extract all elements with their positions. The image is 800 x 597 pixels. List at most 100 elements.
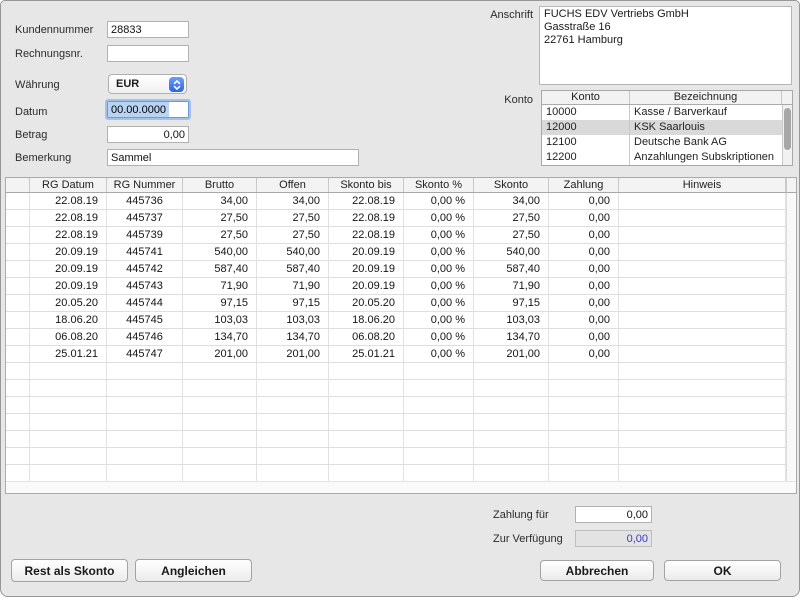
cell-skonto: 0,00 % <box>404 278 474 294</box>
konto-rows: 10000Kasse / Barverkauf12000KSK Saarloui… <box>542 105 792 165</box>
betrag-input[interactable] <box>107 126 189 143</box>
cell-hinweis <box>619 414 786 430</box>
column-header-rg-nummer[interactable]: RG Nummer <box>107 178 183 192</box>
cell-brutto <box>183 380 257 396</box>
invoice-row[interactable]: 22.08.1944573727,5027,5022.08.190,00 %27… <box>6 210 786 227</box>
rechnungsnr-input[interactable] <box>107 45 189 62</box>
cell-offen <box>257 397 329 413</box>
invoice-row[interactable]: 20.05.2044574497,1597,1520.05.200,00 %97… <box>6 295 786 312</box>
cell-rg-datum: 18.06.20 <box>30 312 107 328</box>
angleichen-button[interactable]: Angleichen <box>135 559 252 582</box>
konto-row[interactable]: 12200Anzahlungen Subskriptionen <box>542 150 792 165</box>
zahlung-fuer-label: Zahlung für <box>493 509 549 521</box>
column-header-skonto[interactable]: Skonto % <box>404 178 474 192</box>
cell-offen: 201,00 <box>257 346 329 362</box>
cell-zahlung <box>549 380 619 396</box>
cell-hinweis <box>619 227 786 243</box>
cell-rg-datum <box>30 448 107 464</box>
cell-skonto: 71,90 <box>474 278 549 294</box>
cell-rg-nummer <box>107 363 183 379</box>
rest-als-skonto-button[interactable]: Rest als Skonto <box>11 559 128 582</box>
konto-row[interactable]: 12000KSK Saarlouis <box>542 120 792 135</box>
row-select-cell <box>6 227 30 243</box>
cell-hinweis <box>619 380 786 396</box>
cell-brutto: 71,90 <box>183 278 257 294</box>
row-select-cell <box>6 193 30 209</box>
column-header-rg-datum[interactable]: RG Datum <box>30 178 107 192</box>
invoice-empty-row[interactable] <box>6 448 786 465</box>
cell-skonto: 134,70 <box>474 329 549 345</box>
row-select-cell <box>6 397 30 413</box>
waehrung-label: Währung <box>15 79 60 91</box>
cell-rg-nummer: 445741 <box>107 244 183 260</box>
invoice-row[interactable]: 22.08.1944573634,0034,0022.08.190,00 %34… <box>6 193 786 210</box>
waehrung-selected-value: EUR <box>116 78 139 90</box>
invoice-vertical-scrollbar[interactable] <box>786 193 796 482</box>
ok-button[interactable]: OK <box>664 560 781 581</box>
konto-row[interactable]: 12100Deutsche Bank AG <box>542 135 792 150</box>
cell-zahlung: 0,00 <box>549 261 619 277</box>
cell-brutto: 201,00 <box>183 346 257 362</box>
bemerkung-input[interactable] <box>107 149 359 166</box>
invoice-empty-row[interactable] <box>6 431 786 448</box>
konto-scrollbar-thumb[interactable] <box>784 108 791 150</box>
column-header-zahlung[interactable]: Zahlung <box>549 178 619 192</box>
invoice-row[interactable]: 06.08.20445746134,70134,7006.08.200,00 %… <box>6 329 786 346</box>
invoice-row[interactable]: 20.09.19445742587,40587,4020.09.190,00 %… <box>6 261 786 278</box>
konto-vertical-scrollbar[interactable] <box>782 105 792 165</box>
invoice-row[interactable]: 20.09.1944574371,9071,9020.09.190,00 %71… <box>6 278 786 295</box>
cell-skonto <box>404 380 474 396</box>
cell-skonto-bis: 20.09.19 <box>329 278 404 294</box>
column-header-hinweis[interactable]: Hinweis <box>619 178 786 192</box>
cell-offen: 27,50 <box>257 227 329 243</box>
waehrung-select[interactable]: EUR <box>108 74 187 94</box>
cell-rg-nummer <box>107 397 183 413</box>
invoice-empty-row[interactable] <box>6 380 786 397</box>
cell-skonto-bis <box>329 380 404 396</box>
column-header-offen[interactable]: Offen <box>257 178 329 192</box>
cell-skonto-bis <box>329 414 404 430</box>
cell-skonto: 540,00 <box>474 244 549 260</box>
cell-offen <box>257 431 329 447</box>
invoice-row[interactable]: 22.08.1944573927,5027,5022.08.190,00 %27… <box>6 227 786 244</box>
cell-skonto <box>474 380 549 396</box>
invoice-empty-row[interactable] <box>6 397 786 414</box>
cell-skonto-bis <box>329 431 404 447</box>
column-header-skonto[interactable]: Skonto <box>474 178 549 192</box>
cell-skonto-bis: 18.06.20 <box>329 312 404 328</box>
konto-column-header-bezeichnung[interactable]: Bezeichnung <box>630 91 782 104</box>
konto-row[interactable]: 10000Kasse / Barverkauf <box>542 105 792 120</box>
invoice-empty-row[interactable] <box>6 363 786 380</box>
invoice-row[interactable]: 20.09.19445741540,00540,0020.09.190,00 %… <box>6 244 786 261</box>
cell-zahlung <box>549 448 619 464</box>
cell-offen: 103,03 <box>257 312 329 328</box>
abbrechen-button[interactable]: Abbrechen <box>540 560 654 581</box>
row-select-cell <box>6 380 30 396</box>
invoice-empty-row[interactable] <box>6 465 786 482</box>
cell-brutto <box>183 397 257 413</box>
cell-brutto: 540,00 <box>183 244 257 260</box>
kundennummer-input[interactable] <box>107 21 189 38</box>
cell-hinweis <box>619 210 786 226</box>
column-header-brutto[interactable]: Brutto <box>183 178 257 192</box>
cell-skonto: 97,15 <box>474 295 549 311</box>
cell-skonto: 0,00 % <box>404 295 474 311</box>
anschrift-textbox[interactable]: FUCHS EDV Vertriebs GmbH Gasstraße 16 22… <box>539 6 792 85</box>
invoice-empty-row[interactable] <box>6 414 786 431</box>
cell-brutto: 27,50 <box>183 227 257 243</box>
cell-rg-nummer: 445739 <box>107 227 183 243</box>
datum-selected-text: 00.00.0000 <box>108 102 169 117</box>
konto-number-cell: 12000 <box>542 120 630 135</box>
column-header-skonto-bis[interactable]: Skonto bis <box>329 178 404 192</box>
datum-input[interactable]: 00.00.0000 <box>105 99 191 120</box>
cell-rg-nummer: 445737 <box>107 210 183 226</box>
cell-rg-datum: 22.08.19 <box>30 210 107 226</box>
konto-column-header-konto[interactable]: Konto <box>542 91 630 104</box>
cell-zahlung <box>549 465 619 481</box>
cell-skonto: 0,00 % <box>404 312 474 328</box>
invoice-horizontal-scrollbar[interactable] <box>6 481 796 493</box>
invoice-row[interactable]: 25.01.21445747201,00201,0025.01.210,00 %… <box>6 346 786 363</box>
invoice-row[interactable]: 18.06.20445745103,03103,0318.06.200,00 %… <box>6 312 786 329</box>
cell-skonto <box>404 414 474 430</box>
zahlung-fuer-input[interactable] <box>575 506 652 523</box>
